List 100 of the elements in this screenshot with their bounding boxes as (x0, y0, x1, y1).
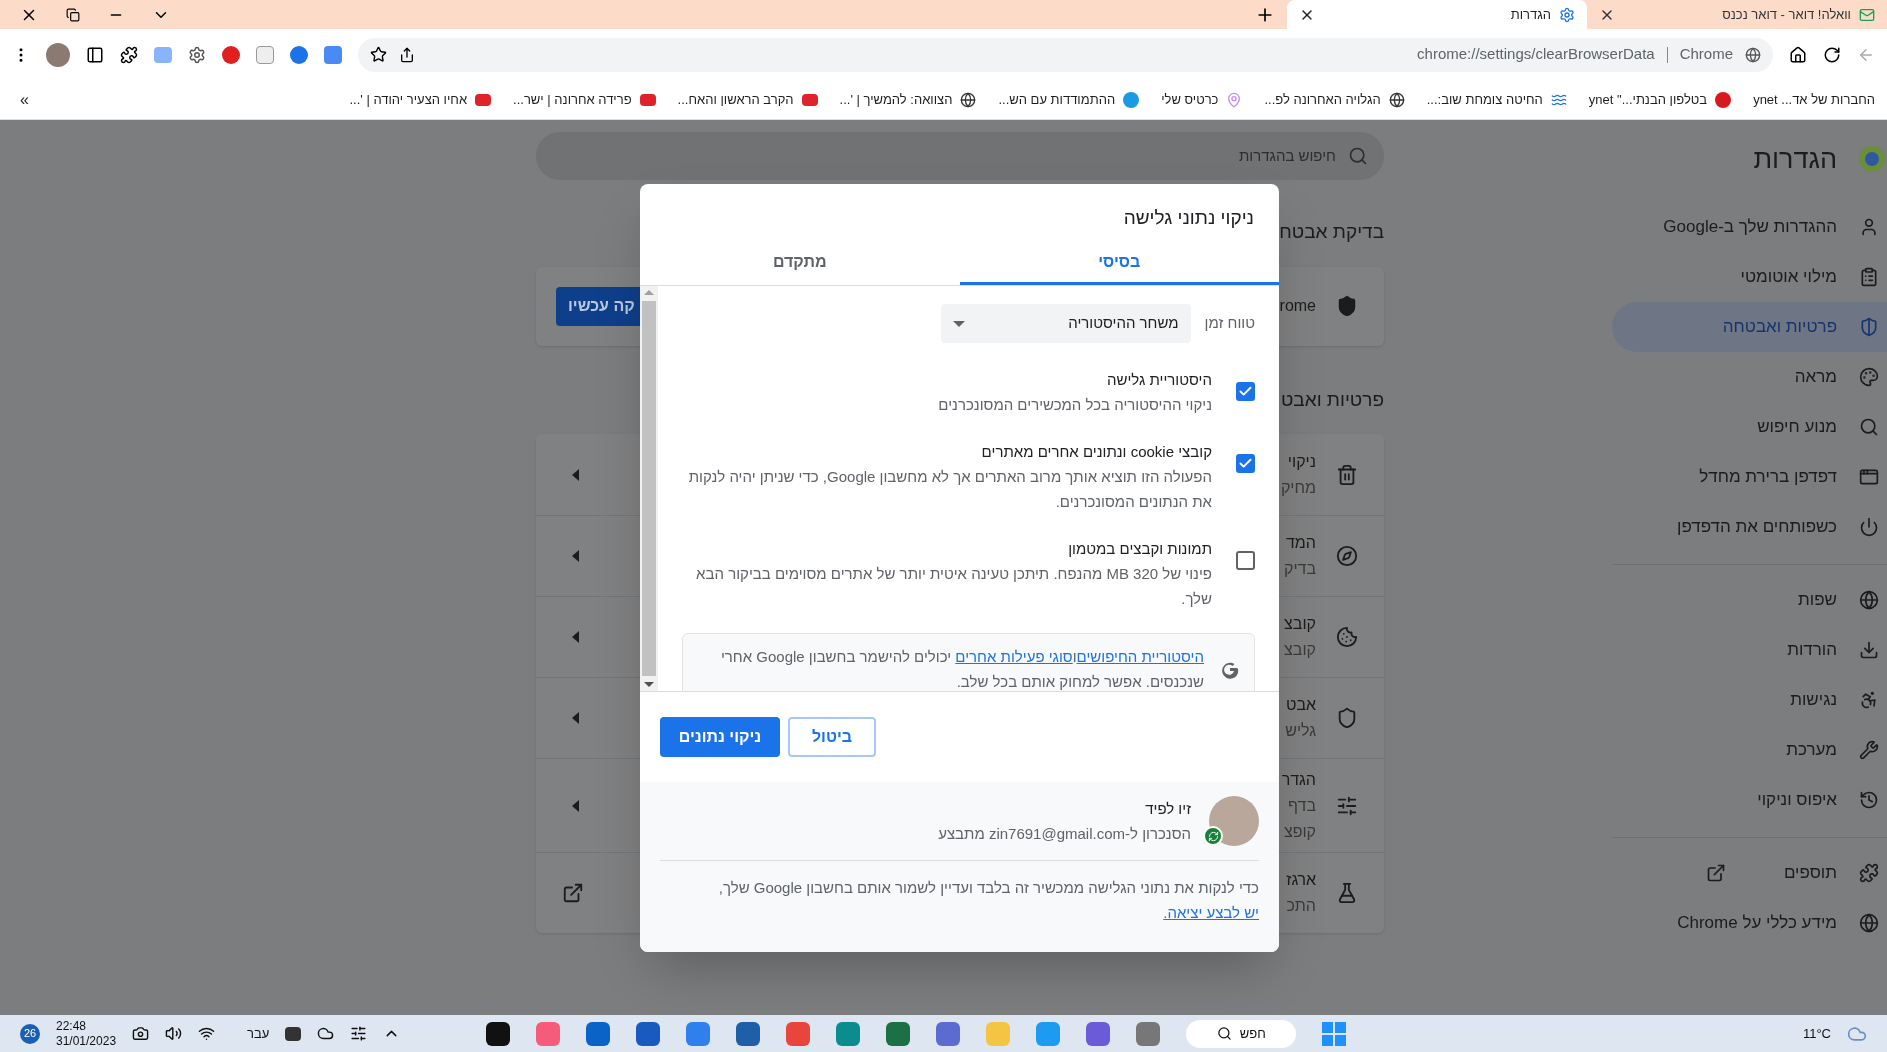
row-text: ארגז (1286, 870, 1316, 890)
dialog-title: ניקוי נתוני גלישה (1122, 206, 1255, 230)
share-icon[interactable] (399, 46, 415, 63)
browser-tab[interactable]: הגדרות (1287, 0, 1587, 29)
arrow-icon[interactable] (572, 631, 579, 643)
bookmark[interactable]: ההתמודדות עם הש... (998, 89, 1140, 110)
option-title: היסטוריית גלישה (1106, 370, 1212, 390)
clear-data-button[interactable]: ניקוי נתונים (660, 717, 780, 757)
sidebar-item[interactable]: שפות (1612, 575, 1887, 625)
address-bar[interactable]: chrome://settings/clearBrowserData Chrome (358, 37, 1773, 72)
language-indicator[interactable]: עבר (247, 1023, 270, 1044)
camera-icon[interactable] (132, 1025, 150, 1042)
notification-badge[interactable]: 26 (20, 1023, 40, 1044)
chip-label: Chrome (1679, 44, 1733, 65)
time-range-select[interactable]: משחר ההיסטוריה (940, 304, 1191, 343)
bookmark[interactable]: פרידה אחרונה | ישר... (513, 89, 656, 110)
external-link-icon[interactable] (562, 882, 584, 904)
bookmark[interactable]: החברות של אד... ynet (1753, 89, 1875, 110)
bookmark[interactable]: הגלויה האחרונה לפ... (1264, 89, 1405, 110)
restore-icon[interactable] (66, 7, 80, 22)
scrollbar[interactable] (640, 286, 658, 691)
puzzle-icon[interactable] (120, 45, 138, 64)
bookmark[interactable]: בטלפון הבנתי..." ynet (1588, 89, 1732, 110)
sync-icon (1203, 826, 1223, 846)
arrow-icon[interactable] (572, 550, 579, 562)
sliders-icon[interactable] (350, 1025, 368, 1042)
info-text: היסטוריית החיפושיםוסוגי פעילות אחרים יכולים להישמר בחשבון Google אחרי שנכנסים. אפשר למחוק אותם בכל שלב. (719, 647, 1204, 691)
browser-tab[interactable]: וואלה! דואר - דואר נכנס (1587, 0, 1887, 29)
row-text: מחיק (1280, 477, 1316, 498)
link[interactable]: יש לבצע יציאה. (1163, 904, 1259, 921)
sidebar-item[interactable]: מראה (1612, 352, 1887, 402)
settings-icon (1559, 6, 1575, 23)
accessibility-icon (1859, 690, 1879, 710)
dialog-tab[interactable]: בסיסי (959, 241, 1279, 285)
check-icon (1238, 456, 1253, 471)
sidebar-item[interactable]: תוספים (1612, 848, 1887, 898)
row-text: התכ (1286, 896, 1316, 916)
arrow-icon[interactable] (572, 468, 579, 481)
cancel-button[interactable]: ביטול (788, 717, 876, 757)
power-icon (1859, 517, 1879, 537)
sidebar-item[interactable]: מערכת (1612, 725, 1887, 775)
bookmark[interactable]: כרטיס שלי (1161, 89, 1243, 110)
bookmark[interactable]: הקרב הראשון והאח... (677, 89, 818, 110)
sign-out-note: כדי לנקות את נתוני הגלישה ממכשיר זה בלבד ועדיין לשמור אותם בחשבון Google שלך, יש לבצע יציאה. (717, 878, 1259, 923)
tab-title: הגדרות (1509, 5, 1551, 24)
clipboard-icon (1859, 267, 1879, 287)
avatar[interactable] (46, 42, 70, 67)
row-text: קובצ (1284, 640, 1316, 660)
wifi-icon[interactable] (198, 1025, 216, 1042)
reload-icon[interactable] (1823, 45, 1841, 64)
dialog-tab[interactable]: מתקדם (640, 241, 960, 285)
sidebar-item[interactable]: מנוע חיפוש (1612, 402, 1887, 452)
home-icon[interactable] (1789, 45, 1807, 64)
option-title: קובצי cookie ונתונים אחרים מאתרים (980, 442, 1212, 462)
sidebar-item[interactable]: מידע כללי על Chrome (1612, 898, 1887, 948)
row-text: הגדר (1281, 769, 1316, 790)
row-text: ניקוי (1286, 451, 1316, 472)
section-heading: בדיקת אבטח (1279, 220, 1384, 244)
tray-app-icon[interactable] (285, 1026, 302, 1041)
pin-icon (1226, 91, 1243, 108)
bookmark[interactable]: הצוואה: להמשיך | '... (839, 89, 977, 110)
arrow-icon[interactable] (572, 712, 579, 724)
speaker-icon[interactable] (165, 1025, 183, 1042)
sidebar-item[interactable]: מילוי אוטומטי (1612, 252, 1887, 302)
url-text: chrome://settings/clearBrowserData (1417, 44, 1655, 65)
bookmark-icon (639, 93, 656, 106)
bookmark-icon (801, 93, 818, 106)
row-text: גליש (1285, 721, 1316, 741)
record-icon[interactable] (222, 45, 240, 64)
page-title: הגדרות (1753, 142, 1837, 176)
checkbox[interactable] (1236, 454, 1255, 473)
weather-text[interactable]: 11°C (1802, 1023, 1831, 1044)
row-text: קופצ (1282, 821, 1316, 842)
sidebar-item[interactable]: איפוס וניקוי (1612, 775, 1887, 825)
sidebar-item[interactable]: נגישות (1612, 675, 1887, 725)
bookmark[interactable]: החיטה צומחת שוב:... (1426, 89, 1567, 110)
option-description: פינוי של MB 320 מהנפח. תיתכן טעינה איטית יותר של אתרים מסוימים בביקור הבא שלך. (695, 564, 1212, 609)
clock[interactable]: 22:48 31/01/2023 (56, 1018, 117, 1049)
globe-icon (960, 91, 977, 108)
bookmark[interactable]: אחיו הצעיר יהודה | '... (349, 89, 492, 110)
cloud-icon[interactable] (317, 1025, 335, 1042)
checkbox[interactable] (1236, 551, 1255, 570)
app-icon[interactable] (486, 1021, 511, 1046)
account-name: זיו לפיד (1144, 799, 1191, 819)
link[interactable]: סוגי פעילות אחרים (955, 648, 1073, 665)
gear-icon[interactable] (188, 45, 206, 64)
checkbox[interactable] (1236, 382, 1255, 401)
start-icon[interactable] (1322, 1021, 1347, 1046)
arrow-icon[interactable] (572, 799, 579, 812)
download-icon (1859, 640, 1879, 660)
bookmarks-overflow[interactable]: » (12, 87, 29, 112)
sidebar-item[interactable]: כשפותחים את הדפדפן (1612, 502, 1887, 552)
sidebar-item[interactable]: דפדפן ברירת מחדל (1612, 452, 1887, 502)
star-icon[interactable] (370, 46, 387, 63)
sidebar-item[interactable]: ההגדרות שלך ב-Google (1612, 202, 1887, 252)
puzzle-icon (1859, 863, 1879, 883)
external-link-icon[interactable] (1705, 863, 1726, 883)
side-panel-icon[interactable] (86, 45, 104, 64)
search-field[interactable]: חפש (1186, 1019, 1297, 1048)
sidebar-item[interactable]: הורדות (1612, 625, 1887, 675)
